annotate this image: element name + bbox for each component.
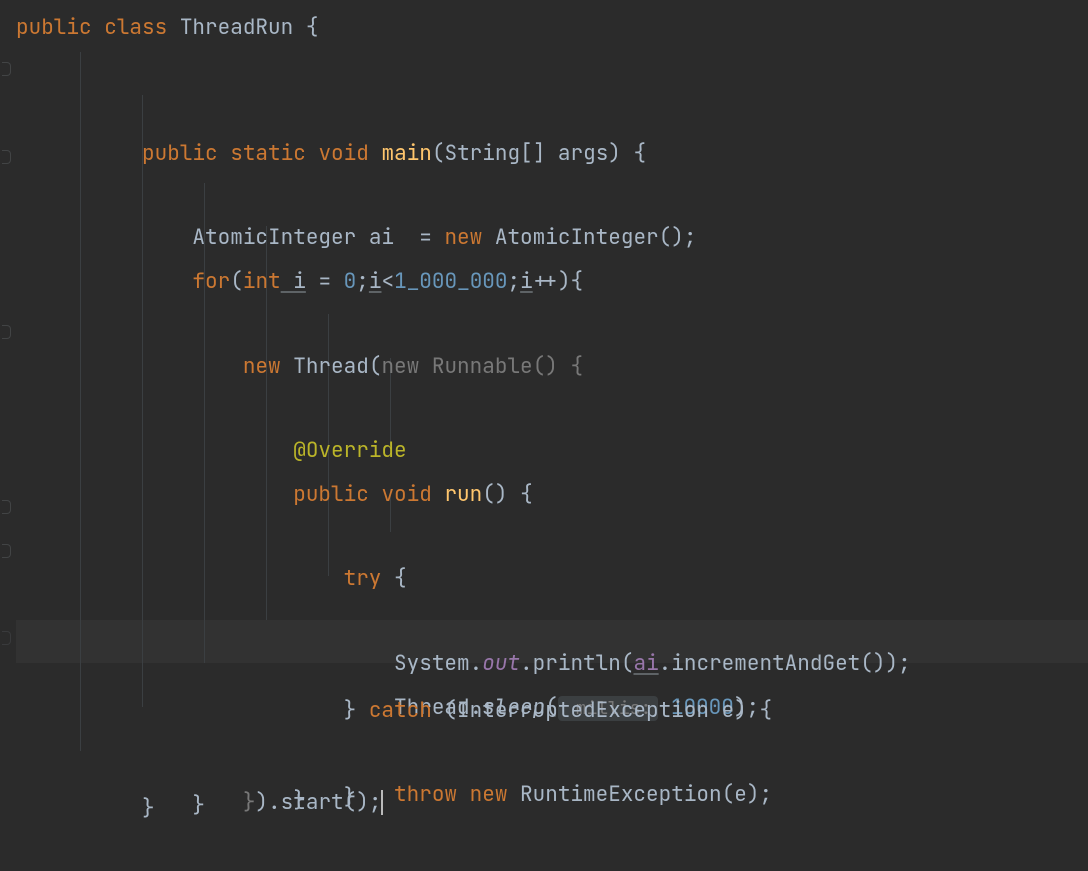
code-line[interactable]: } — [16, 751, 1088, 771]
code-line[interactable]: AtomicInteger ai = new AtomicInteger(); — [16, 95, 1088, 139]
code-editor[interactable]: public class ThreadRun { public static v… — [0, 0, 1088, 774]
text-caret — [381, 790, 383, 815]
editor-gutter — [0, 0, 14, 774]
code-line[interactable]: public static void main(String[] args) { — [16, 52, 1088, 96]
code-line[interactable]: new Thread(new Runnable() { — [16, 183, 1088, 227]
code-line[interactable]: public class ThreadRun { — [16, 8, 1088, 52]
code-line[interactable]: try { — [16, 314, 1088, 358]
code-content[interactable]: public class ThreadRun { public static v… — [14, 0, 1088, 774]
